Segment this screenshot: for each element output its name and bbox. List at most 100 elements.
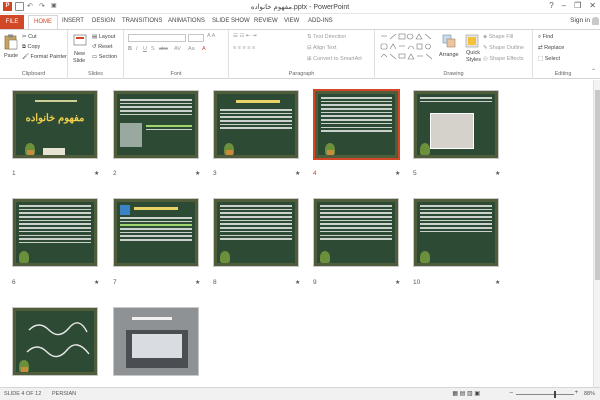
tab-view[interactable]: VIEW [284,18,299,24]
slide-position: SLIDE 4 OF 12 [4,391,42,397]
tab-file[interactable]: FILE [0,15,24,29]
quick-styles-icon[interactable] [465,34,479,48]
copy-button[interactable]: ⧉ Copy [22,44,40,51]
collapse-ribbon-icon[interactable]: ⌃ [591,68,596,75]
paste-label[interactable]: Paste [4,53,18,59]
underline-button[interactable]: U [143,46,147,52]
bullets-button[interactable]: ☰ ☷ ⇤ ⇥ [233,33,257,39]
handwritten-credit-graphic [26,322,90,358]
paste-icon[interactable] [4,34,18,50]
shape-fill-button[interactable]: ◈ Shape Fill [483,34,513,40]
ribbon: Paste ✂ Cut ⧉ Copy 🖌 Format Painter Clip… [0,29,600,79]
slide-thumbnail[interactable] [413,198,499,267]
font-color-button[interactable]: A [202,46,206,52]
change-case-button[interactable]: Aa [188,46,195,52]
find-button[interactable]: ⌕ Find [538,34,553,41]
tab-transitions[interactable]: TRANSITIONS [122,18,162,24]
cut-button[interactable]: ✂ Cut [22,34,37,40]
quick-styles-label[interactable]: Quick [466,50,480,56]
section-icon: ▭ [92,54,99,60]
font-family-select[interactable] [128,34,186,42]
layout-button[interactable]: ▤ Layout [92,34,115,40]
slide-sorter: مفهوم خانواده 1 ★ 2 ★ 3 ★ 4 ★ 5 ★ 6 ★ 7 … [0,80,600,395]
slide-number: 7 [113,279,117,286]
tab-design[interactable]: DESIGN [92,18,115,24]
ribbon-tabs: FILE HOME INSERT DESIGN TRANSITIONS ANIM… [0,14,600,29]
select-icon: ⬚ [538,56,545,62]
shapes-gallery-icon[interactable] [379,33,437,63]
tab-home[interactable]: HOME [28,15,58,29]
title-bar: P ↶ ↷ ▣ مفهوم خانواده.pptx - PowerPoint … [0,0,600,14]
tab-animations[interactable]: ANIMATIONS [168,18,205,24]
slide-thumbnail[interactable] [113,198,199,267]
shape-outline-button[interactable]: ✎ Shape Outline [483,45,524,51]
slide-thumbnail[interactable]: مفهوم خانواده [12,90,98,159]
paragraph-group: ☰ ☷ ⇤ ⇥ ≡ ≡ ≡ ≡ ≡ ⇅ Text Direction ⊟ Ali… [229,30,375,79]
shadow-button[interactable]: S [151,46,155,52]
char-spacing-button[interactable]: AV [174,46,181,52]
italic-button[interactable]: I [136,46,138,52]
account-avatar-icon[interactable] [592,17,599,25]
minimize-button[interactable]: – [562,1,566,10]
replace-button[interactable]: ⇄ Replace [538,45,564,51]
restore-button[interactable]: ❐ [574,1,581,10]
arrange-icon[interactable] [442,34,456,48]
animation-star-icon: ★ [295,171,301,177]
new-slide-label[interactable]: New [74,51,85,57]
select-button[interactable]: ⬚ Select [538,56,560,62]
animation-star-icon: ★ [94,171,100,177]
new-slide-label-2[interactable]: Slide [73,58,85,64]
zoom-in-icon[interactable]: + [574,390,578,396]
slide-number: 8 [213,279,217,286]
new-slide-icon[interactable] [73,34,87,48]
slide-number: 4 [313,170,317,177]
tab-review[interactable]: REVIEW [254,18,278,24]
format-painter-button[interactable]: 🖌 Format Painter [22,54,67,60]
bold-button[interactable]: B [128,46,132,52]
tab-insert[interactable]: INSERT [62,18,84,24]
slide-thumbnail[interactable] [313,198,399,267]
quick-styles-label-2[interactable]: Styles [466,57,481,63]
slide-thumbnail[interactable] [213,198,299,267]
view-buttons[interactable]: ▦ ▤ ▥ ▣ [452,390,480,397]
sign-in-link[interactable]: Sign in [570,17,590,24]
zoom-slider-knob[interactable] [554,391,556,398]
slides-group: New Slide ▤ Layout ↺ Reset ▭ Section Sli… [68,30,124,79]
layout-icon: ▤ [92,34,99,40]
font-size-icons[interactable]: A A [207,33,215,39]
drawing-group-label: Drawing [443,71,464,77]
format-painter-icon: 🖌 [22,54,31,60]
language-indicator[interactable]: PERSIAN [52,391,76,397]
slide-number: 1 [12,170,16,177]
slide-thumbnail-current[interactable] [313,89,400,160]
zoom-slider[interactable] [516,394,574,395]
reset-button[interactable]: ↺ Reset [92,44,113,50]
vertical-scrollbar[interactable] [593,80,600,387]
arrange-label[interactable]: Arrange [439,52,459,58]
shape-effects-button[interactable]: ◎ Shape Effects [483,56,523,62]
slide-thumbnail[interactable] [12,198,98,267]
font-size-select[interactable] [188,34,204,42]
section-button[interactable]: ▭ Section [92,54,117,60]
font-group-label: Font [170,71,182,77]
slide-thumbnail[interactable] [413,90,499,159]
close-button[interactable]: ✕ [589,1,596,10]
tab-slide-show[interactable]: SLIDE SHOW [212,18,250,24]
slide-thumbnail[interactable] [113,307,199,376]
convert-smartart-button[interactable]: ⊞ Convert to SmartArt [307,56,362,62]
tab-add-ins[interactable]: ADD-INS [308,18,333,24]
help-button[interactable]: ? [549,1,553,10]
slide-thumbnail[interactable] [113,90,199,159]
align-text-button[interactable]: ⊟ Align Text [307,45,337,51]
slide-thumbnail[interactable] [12,307,98,376]
text-direction-button[interactable]: ⇅ Text Direction [307,34,346,40]
animation-star-icon: ★ [94,280,100,286]
slide-thumbnail[interactable] [213,90,299,159]
zoom-level[interactable]: 88% [584,391,595,397]
animation-star-icon: ★ [195,280,201,286]
scrollbar-thumb[interactable] [595,90,600,280]
align-buttons[interactable]: ≡ ≡ ≡ ≡ ≡ [233,45,255,51]
strikethrough-button[interactable]: abc [159,46,168,52]
zoom-out-icon[interactable]: – [510,390,513,396]
slide-number: 6 [12,279,16,286]
